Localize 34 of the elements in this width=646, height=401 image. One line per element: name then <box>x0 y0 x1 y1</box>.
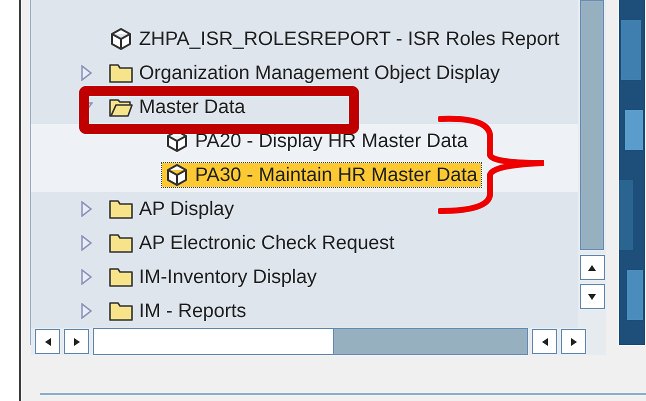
tree-item[interactable]: AP Display <box>106 198 238 220</box>
arrow-icon <box>587 262 597 272</box>
folder-icon <box>109 266 133 288</box>
folder-icon <box>109 300 133 322</box>
cube-icon <box>109 27 133 51</box>
tree-item[interactable]: ZHPA_ISR_ROLESREPORT - ISR Roles Report <box>106 27 562 51</box>
expand-arrow-icon[interactable] <box>79 235 93 251</box>
expand-arrow-icon[interactable] <box>79 303 93 319</box>
horizontal-scrollbar[interactable] <box>93 328 528 355</box>
scroll-left-button[interactable] <box>35 329 60 354</box>
vertical-scrollbar[interactable] <box>578 0 606 328</box>
tree-item[interactable]: AP Electronic Check Request <box>106 232 398 254</box>
arrow-icon <box>42 336 52 346</box>
scroll-left-button[interactable] <box>532 329 557 354</box>
folder-icon <box>109 232 133 254</box>
arrow-icon <box>568 336 578 346</box>
tree-item[interactable]: PA30 - Maintain HR Master Data <box>162 163 480 187</box>
scroll-right-button[interactable] <box>64 329 89 354</box>
expand-arrow-icon[interactable] <box>79 65 93 81</box>
folder-icon <box>109 198 133 220</box>
scroll-down-button[interactable] <box>580 284 604 309</box>
arrow-icon <box>587 292 597 302</box>
folder-icon <box>109 62 133 84</box>
scroll-right-button[interactable] <box>561 329 586 354</box>
arrow-icon <box>540 336 550 346</box>
tree-item[interactable]: IM - Reports <box>106 300 250 322</box>
arrow-icon <box>72 336 82 346</box>
expand-arrow-icon[interactable] <box>79 269 93 285</box>
open-folder-icon <box>109 96 133 118</box>
tree-item[interactable]: Organization Management Object Display <box>106 62 503 84</box>
expand-arrow-icon[interactable] <box>79 201 93 217</box>
cube-icon <box>165 163 189 187</box>
scroll-up-button[interactable] <box>580 255 604 280</box>
tree-item[interactable]: IM-Inventory Display <box>106 266 320 288</box>
